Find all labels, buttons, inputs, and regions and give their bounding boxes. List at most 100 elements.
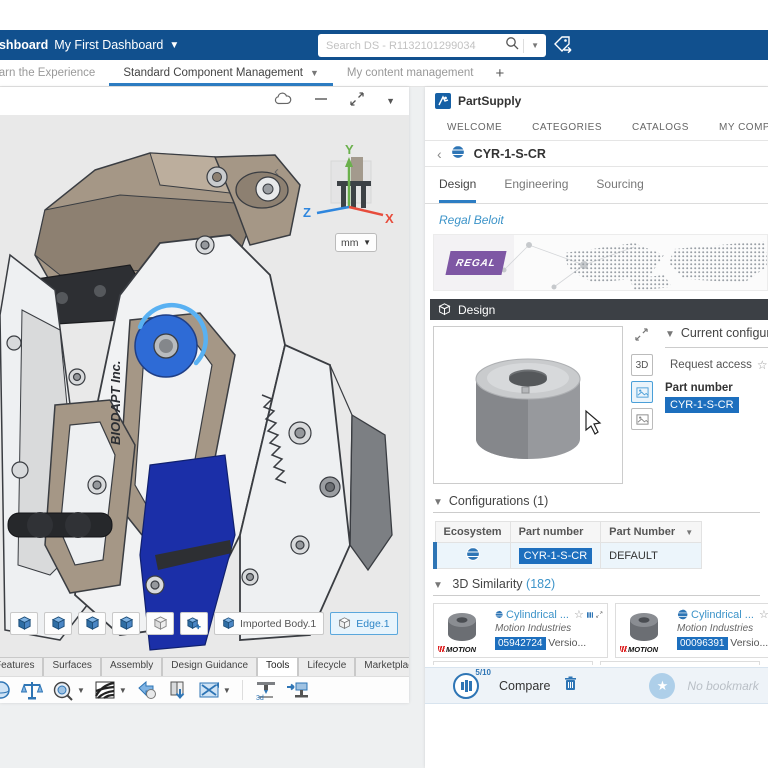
compare-gauge-icon[interactable]: 5/10 xyxy=(453,673,479,699)
cad-viewport[interactable]: BIODAPT Inc. ‹ Y Z X mm▼ xyxy=(0,115,409,657)
ribbon-tab-assembly[interactable]: Assembly xyxy=(101,657,162,676)
view-3d-button[interactable]: 3D xyxy=(631,354,653,376)
image-view-button-selected[interactable] xyxy=(631,381,653,403)
nav-tab-categories[interactable]: CATEGORIES xyxy=(532,122,602,133)
similar-part-card-2[interactable]: MOTION Cylindrical ... ☆ Motion Industri… xyxy=(615,603,768,658)
tag-share-icon[interactable] xyxy=(552,34,574,56)
part-link[interactable]: Cylindrical ... xyxy=(691,609,754,621)
ribbon-tab-tools[interactable]: Tools xyxy=(257,657,298,676)
measure-scale-icon[interactable] xyxy=(21,679,43,701)
nav-tab-my-company-ecosystem[interactable]: MY COMPANY ECOSYSTEM xyxy=(719,122,768,133)
design-section-header: Design xyxy=(430,299,768,320)
table-row[interactable]: CYR-1-S-CR DEFAULT xyxy=(435,543,702,569)
part-id-badge: 00096391 xyxy=(677,637,728,650)
nav-tab-catalogs[interactable]: CATALOGS xyxy=(632,122,689,133)
cad-app-panel: ▼ xyxy=(0,87,409,703)
col-part-number-2[interactable]: Part Number▼ xyxy=(601,522,702,543)
divider xyxy=(523,39,524,53)
ribbon-tab-features[interactable]: Features xyxy=(0,657,43,676)
star-icon[interactable]: ☆ xyxy=(759,608,768,621)
dashboard-label: Dashboard xyxy=(0,38,48,52)
nav-tab-welcome[interactable]: WELCOME xyxy=(447,122,502,133)
partsupply-logo-icon xyxy=(435,93,451,109)
part-number-cell: CYR-1-S-CR xyxy=(510,543,601,569)
tab-standard-component-management[interactable]: Standard Component Management ▼ xyxy=(109,60,333,86)
tab-learn-the-experience[interactable]: Learn the Experience xyxy=(0,60,109,86)
supplier-name: Motion Industries xyxy=(677,623,768,634)
dropdown-dot[interactable]: ▼ xyxy=(119,686,127,695)
similarity-title[interactable]: ▼ 3D Similarity (182) xyxy=(433,577,760,596)
next-cards-sliver xyxy=(433,661,760,665)
star-icon[interactable]: ☆ xyxy=(757,358,768,372)
part-link[interactable]: Cylindrical ... xyxy=(506,609,569,621)
ribbon-tab-design-guidance[interactable]: Design Guidance xyxy=(162,657,257,676)
global-search[interactable]: ▼ xyxy=(318,34,546,57)
zebra-analysis-icon[interactable] xyxy=(94,679,116,701)
outline-cube-button[interactable] xyxy=(146,612,174,635)
chevron-down-icon[interactable]: ▼ xyxy=(386,96,395,106)
globe-icon xyxy=(677,609,688,620)
dashboard-switcher[interactable]: Dashboard My First Dashboard ▼ xyxy=(0,38,179,52)
inspect-sphere-icon[interactable] xyxy=(52,679,74,701)
supplier-link[interactable]: Regal Beloit xyxy=(439,213,768,227)
part-preview[interactable] xyxy=(433,326,623,484)
units-dropdown[interactable]: mm▼ xyxy=(335,233,377,252)
axis-y-label: Y xyxy=(345,143,354,157)
similar-part-card-1[interactable]: MOTION Cylindrical ... ☆ Motion Industri… xyxy=(433,603,608,658)
expand-icon[interactable] xyxy=(350,92,364,111)
imported-body-chip[interactable]: Imported Body.1 xyxy=(214,612,324,635)
tab-sourcing[interactable]: Sourcing xyxy=(596,177,643,203)
export-stack-icon[interactable] xyxy=(167,679,189,701)
machine-export-icon[interactable] xyxy=(285,679,307,701)
search-input[interactable] xyxy=(326,40,505,52)
tab-design[interactable]: Design xyxy=(439,177,476,203)
app-title: PartSupply xyxy=(458,94,521,108)
col-part-number[interactable]: Part number xyxy=(510,522,601,543)
col-ecosystem[interactable]: Ecosystem xyxy=(435,522,510,543)
ribbon-tab-surfaces[interactable]: Surfaces xyxy=(43,657,100,676)
ribbon-tab-marketplace[interactable]: Marketplace xyxy=(355,657,409,676)
compare-label[interactable]: Compare xyxy=(499,679,550,693)
compare-bars-icon[interactable] xyxy=(587,610,594,620)
configurations-title[interactable]: ▼Configurations (1) xyxy=(433,494,760,513)
dropdown-dot[interactable]: ▼ xyxy=(77,686,85,695)
image-view-button[interactable] xyxy=(631,408,653,430)
tab-my-content-management[interactable]: My content management xyxy=(333,60,488,86)
bookmark-star-icon[interactable]: ★ xyxy=(649,673,675,699)
body-cube-button-3[interactable] xyxy=(78,612,106,635)
transform-clone-icon[interactable] xyxy=(136,679,158,701)
partsupply-nav: WELCOME CATEGORIES CATALOGS MY COMPANY E… xyxy=(425,115,768,141)
star-icon[interactable]: ☆ xyxy=(574,608,584,621)
back-chevron-icon[interactable]: ‹ xyxy=(437,146,442,162)
design-section-body: 3D ▼Current configuration Request access… xyxy=(425,320,768,486)
expand-icon[interactable] xyxy=(596,610,603,619)
part-number-badge[interactable]: CYR-1-S-CR xyxy=(665,397,739,413)
cloud-icon[interactable] xyxy=(274,92,292,111)
current-configuration-title[interactable]: ▼Current configuration xyxy=(665,326,768,348)
chevron-down-icon: ▼ xyxy=(665,329,675,340)
trash-icon[interactable] xyxy=(564,676,577,696)
body-cube-button-2[interactable] xyxy=(44,612,72,635)
chevron-down-icon: ▼ xyxy=(363,238,371,247)
ribbon-tab-lifecycle[interactable]: Lifecycle xyxy=(298,657,355,676)
section-analysis-icon[interactable] xyxy=(198,679,220,701)
body-cube-button-1[interactable] xyxy=(10,612,38,635)
search-icon[interactable] xyxy=(505,36,519,55)
cube-add-button[interactable] xyxy=(180,612,208,635)
tab-engineering[interactable]: Engineering xyxy=(504,177,568,203)
minimize-icon[interactable] xyxy=(314,92,328,111)
partsupply-header: PartSupply xyxy=(425,87,768,115)
globe-icon xyxy=(451,145,465,162)
part-thumbnail: MOTION xyxy=(438,608,490,653)
dropdown-dot[interactable]: ▼ xyxy=(223,686,231,695)
axis-x-label: X xyxy=(385,211,394,226)
sphere-tool-icon[interactable] xyxy=(0,679,12,701)
collapse-panel-chevron-icon[interactable]: ‹ xyxy=(274,163,279,180)
print-3d-icon[interactable]: 3d xyxy=(254,679,276,701)
edge-selection-chip[interactable]: Edge.1 xyxy=(330,612,397,635)
body-cube-button-4[interactable] xyxy=(112,612,140,635)
expand-icon[interactable] xyxy=(635,328,655,346)
search-options-chevron-icon[interactable]: ▼ xyxy=(528,41,542,50)
request-access-link[interactable]: Request access xyxy=(670,359,752,371)
add-tab-button[interactable]: + xyxy=(487,65,512,82)
